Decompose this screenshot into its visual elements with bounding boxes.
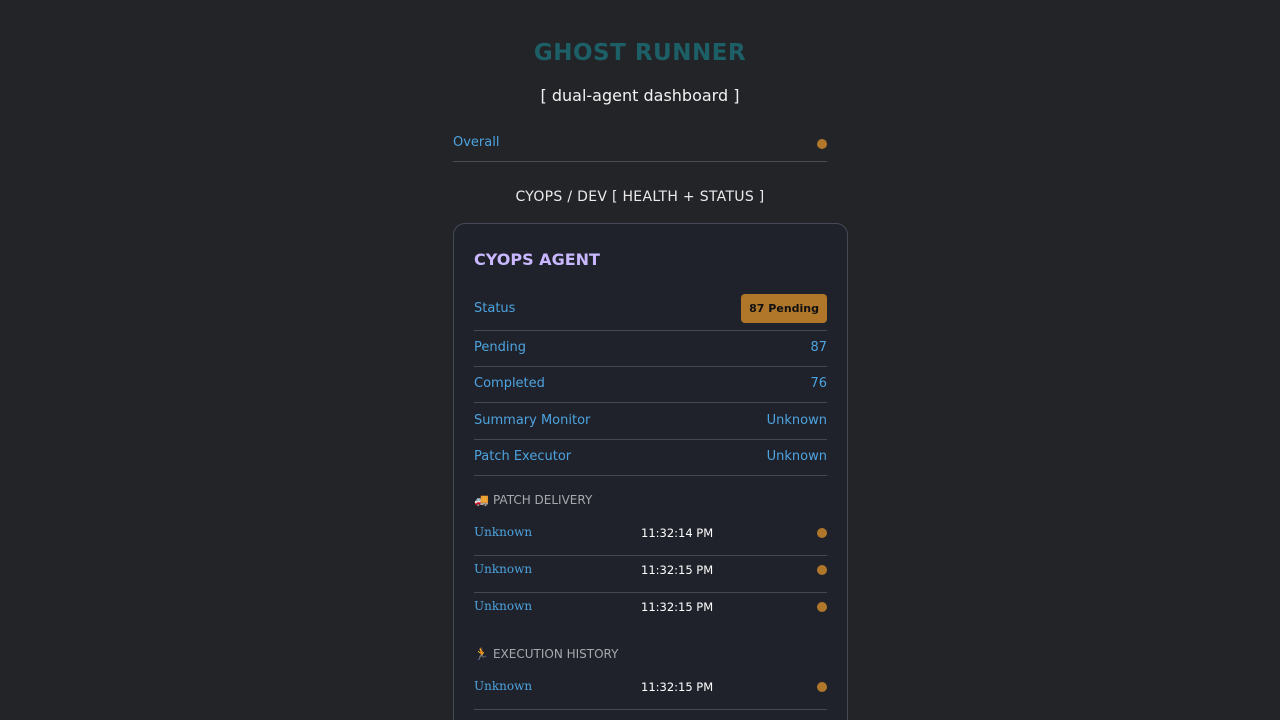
overall-status-row[interactable]: Overall (453, 134, 827, 162)
execution-history-heading: 🏃 EXECUTION HISTORY (474, 647, 618, 661)
patch-delivery-heading: 🚚 PATCH DELIVERY (474, 493, 592, 507)
execution-history-item-status-dot (817, 682, 827, 692)
patch-delivery-item-status-dot (817, 602, 827, 612)
execution-history-item[interactable]: Unknown 11:32:15 PM (474, 673, 827, 710)
pending-value: 87 (810, 340, 827, 355)
patch-delivery-item[interactable]: Unknown 11:32:14 PM (474, 519, 827, 556)
patch-delivery-heading-text: PATCH DELIVERY (492, 493, 593, 507)
card-title: CYOPS AGENT (474, 250, 600, 269)
execution-history-item-time: 11:32:15 PM (641, 680, 714, 694)
summary-monitor-row: Summary Monitor Unknown (474, 403, 827, 440)
runner-icon: 🏃 (474, 647, 489, 661)
completed-label: Completed (474, 376, 545, 391)
overall-label: Overall (453, 135, 500, 150)
patch-executor-row: Patch Executor Unknown (474, 440, 827, 476)
patch-delivery-item-name: Unknown (474, 562, 533, 576)
patch-delivery-item-name: Unknown (474, 525, 533, 539)
status-row: Status 87 Pending (474, 294, 827, 331)
pending-row: Pending 87 (474, 331, 827, 367)
completed-row: Completed 76 (474, 367, 827, 403)
patch-delivery-item-time: 11:32:15 PM (641, 600, 714, 614)
cyops-agent-card: CYOPS AGENT Status 87 Pending Pending 87… (453, 223, 848, 720)
patch-delivery-item[interactable]: Unknown 11:32:15 PM (474, 556, 827, 593)
delivery-truck-icon: 🚚 (474, 493, 489, 507)
patch-delivery-item-name: Unknown (474, 599, 533, 613)
completed-value: 76 (810, 376, 827, 391)
app-title: GHOST RUNNER (533, 40, 747, 66)
summary-monitor-label: Summary Monitor (474, 413, 591, 428)
summary-monitor-value: Unknown (766, 413, 827, 428)
patch-delivery-item-status-dot (817, 528, 827, 538)
patch-delivery-item-time: 11:32:15 PM (641, 563, 714, 577)
dashboard-page: GHOST RUNNER [ dual-agent dashboard ] Ov… (0, 0, 1280, 720)
patch-executor-label: Patch Executor (474, 449, 572, 464)
execution-history-heading-text: EXECUTION HISTORY (492, 647, 619, 661)
pending-label: Pending (474, 340, 526, 355)
patch-executor-value: Unknown (766, 449, 827, 464)
app-subtitle: [ dual-agent dashboard ] (540, 86, 740, 105)
section-title: CYOPS / DEV [ HEALTH + STATUS ] (515, 189, 765, 205)
execution-history-item-name: Unknown (474, 679, 533, 693)
patch-delivery-item-status-dot (817, 565, 827, 575)
patch-delivery-item-time: 11:32:14 PM (641, 526, 714, 540)
overall-status-dot (817, 139, 827, 149)
status-badge: 87 Pending (741, 294, 827, 323)
status-label: Status (474, 301, 516, 316)
patch-delivery-item[interactable]: Unknown 11:32:15 PM (474, 593, 827, 630)
